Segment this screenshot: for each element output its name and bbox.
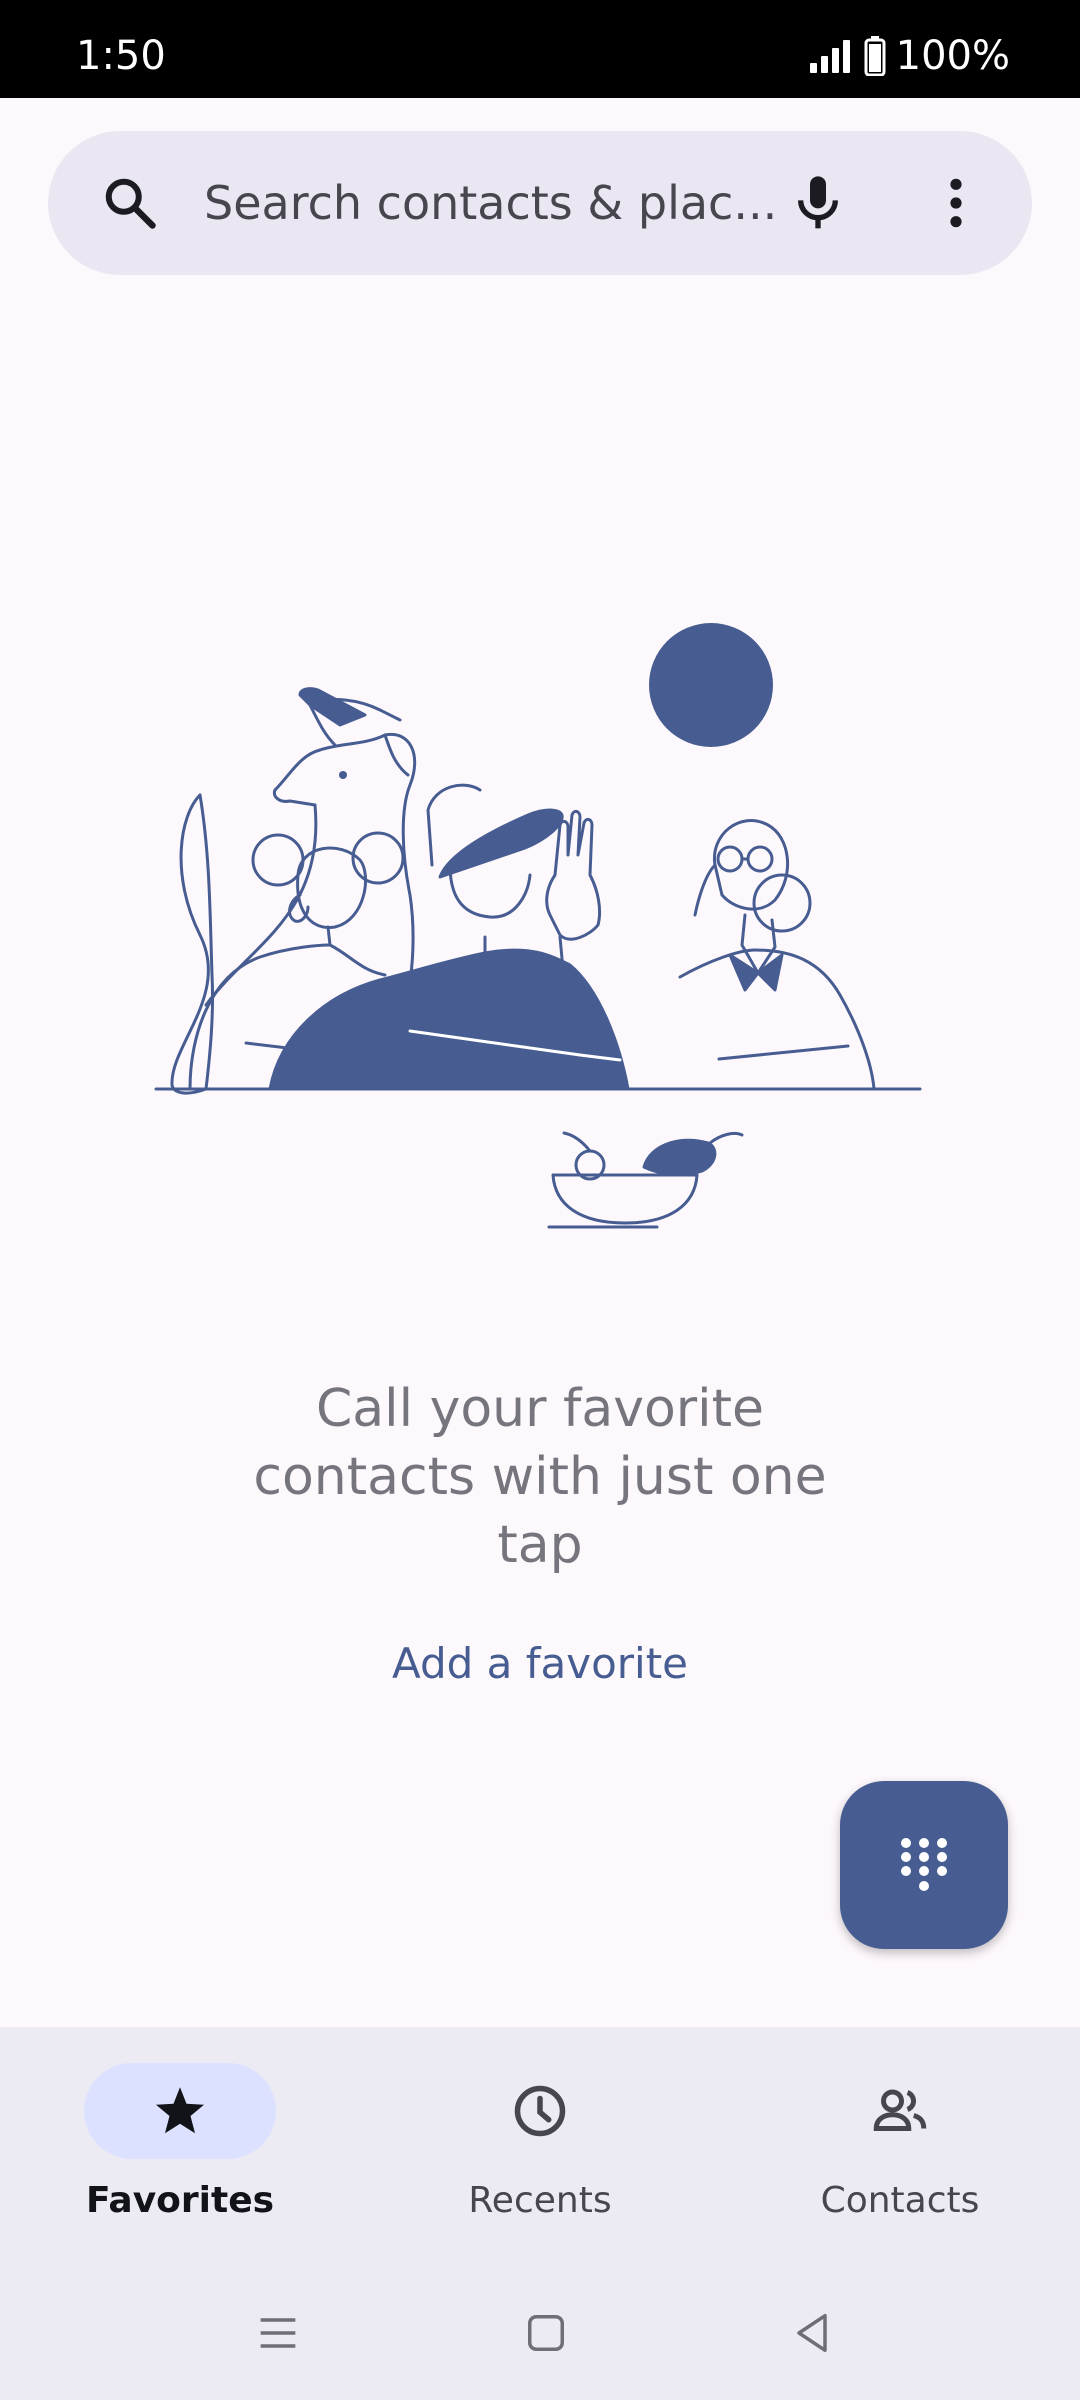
search-input[interactable]: Search contacts & plac...: [204, 177, 784, 229]
system-navigation-bar: [0, 2267, 1080, 2400]
nav-label-contacts: Contacts: [820, 2180, 980, 2221]
recent-apps-icon[interactable]: [252, 2307, 304, 2359]
star-icon: [156, 2087, 204, 2134]
back-icon[interactable]: [786, 2307, 838, 2359]
nav-item-favorites[interactable]: Favorites: [0, 2027, 360, 2267]
dialpad-icon: [901, 1838, 947, 1891]
nav-label-recents: Recents: [468, 2180, 612, 2221]
battery-icon: [864, 36, 886, 76]
nav-label-favorites: Favorites: [85, 2180, 275, 2221]
dialpad-button[interactable]: [840, 1781, 1008, 1949]
search-bar[interactable]: Search contacts & plac...: [48, 131, 1032, 275]
nav-item-contacts[interactable]: Contacts: [720, 2027, 1080, 2267]
microphone-icon[interactable]: [786, 171, 850, 235]
empty-state-message: Call your favorite contacts with just on…: [253, 1379, 827, 1575]
home-icon[interactable]: [520, 2307, 572, 2359]
battery-percentage: 100%: [895, 33, 1010, 79]
status-time: 1:50: [76, 33, 166, 79]
more-options-icon[interactable]: [924, 171, 988, 235]
people-icon: [873, 2089, 927, 2131]
status-indicators: 100%: [808, 36, 1010, 76]
nav-item-recents[interactable]: Recents: [360, 2027, 720, 2267]
status-bar: 1:50 100%: [0, 0, 1080, 98]
clock-icon: [514, 2085, 566, 2137]
bottom-navigation: Favorites Recents Contacts: [0, 2027, 1080, 2267]
add-favorite-link[interactable]: Add a favorite: [340, 1636, 740, 1692]
favorites-illustration: [154, 623, 922, 1229]
signal-icon: [809, 40, 850, 73]
search-icon[interactable]: [100, 173, 160, 233]
